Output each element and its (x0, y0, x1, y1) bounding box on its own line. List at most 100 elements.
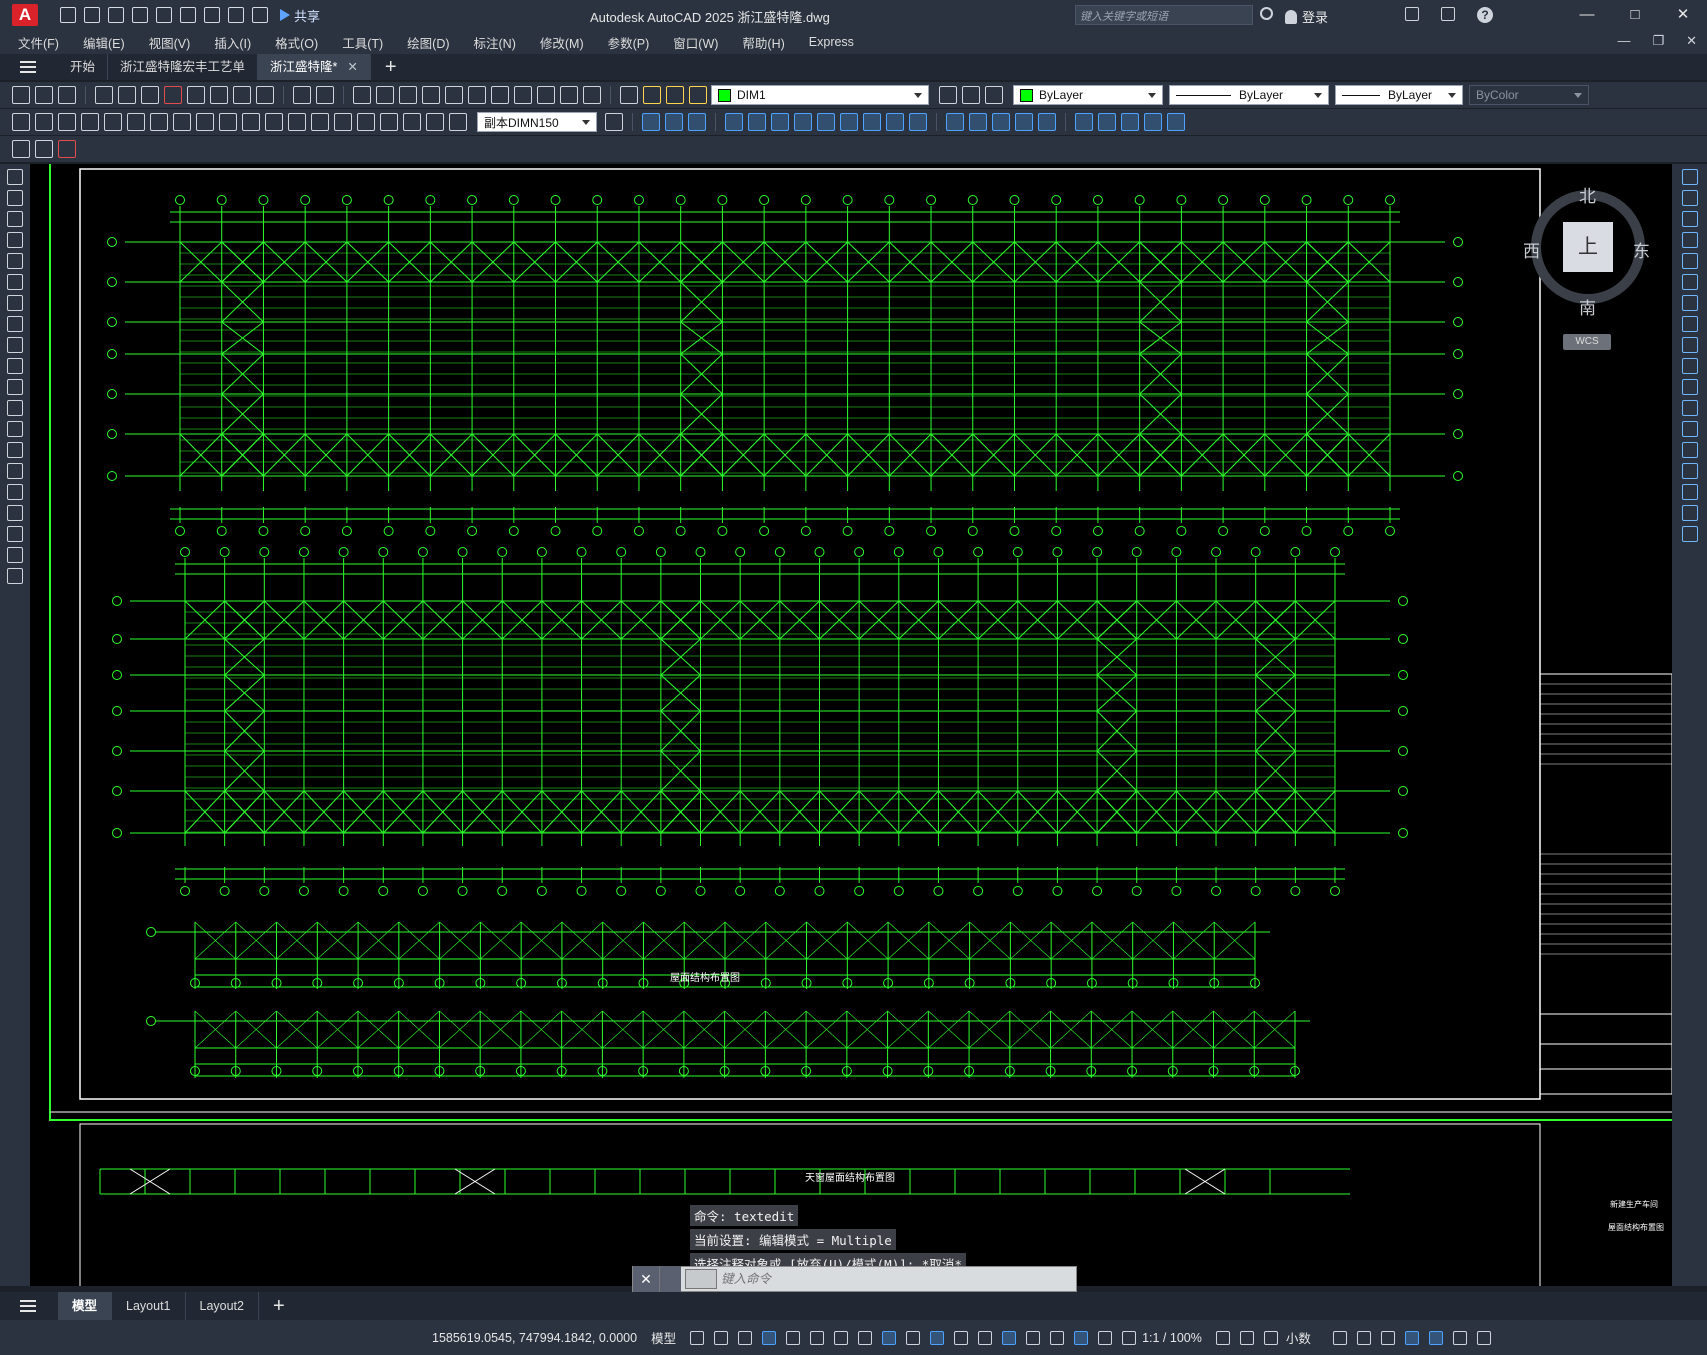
array-icon[interactable] (1682, 253, 1698, 269)
ellipse-icon[interactable] (7, 358, 23, 374)
add-selected-icon[interactable] (7, 568, 23, 584)
save-icon[interactable] (108, 7, 124, 23)
region-icon[interactable] (7, 505, 23, 521)
diameter-dim-icon[interactable] (150, 113, 168, 131)
line-icon[interactable] (7, 169, 23, 185)
spline-icon[interactable] (7, 337, 23, 353)
color-dropdown[interactable]: ByLayer (1013, 85, 1163, 105)
inspect-icon[interactable] (357, 113, 375, 131)
ordinate-dim-icon[interactable] (81, 113, 99, 131)
offset-icon[interactable] (1682, 232, 1698, 248)
units-icon[interactable] (1263, 1330, 1278, 1345)
dim-space-icon[interactable] (265, 113, 283, 131)
ucs-world-icon[interactable] (665, 113, 683, 131)
aligned-dim-icon[interactable] (35, 113, 53, 131)
lock-ui-icon[interactable] (1356, 1330, 1371, 1345)
undo-tool-icon[interactable] (293, 86, 311, 104)
compass-west[interactable]: 西 (1523, 237, 1540, 262)
tab-layout2[interactable]: Layout2 (186, 1292, 259, 1320)
clean-screen-icon[interactable] (1428, 1330, 1443, 1345)
circle-icon[interactable] (7, 295, 23, 311)
ucs-object-icon[interactable] (748, 113, 766, 131)
tab-layout1[interactable]: Layout1 (112, 1292, 186, 1320)
command-input[interactable] (721, 1268, 1076, 1290)
compass-north[interactable]: 北 (1579, 182, 1596, 207)
view-top-icon[interactable] (946, 113, 964, 131)
menu-edit[interactable]: 编辑(E) (83, 33, 125, 52)
wcs-menu[interactable]: WCS (1563, 334, 1611, 350)
doc-minimize-button[interactable]: — (1617, 33, 1630, 49)
selection-filter-icon[interactable] (1026, 1330, 1041, 1345)
transparency-icon[interactable] (930, 1330, 945, 1345)
center-mark-icon[interactable] (334, 113, 352, 131)
add-layout-button[interactable]: + (273, 1295, 285, 1318)
customize-command-icon[interactable] (659, 1266, 681, 1292)
multiline-text-icon[interactable] (7, 547, 23, 563)
isolate-objects-icon[interactable] (1380, 1330, 1395, 1345)
cut-icon[interactable] (187, 86, 205, 104)
markup-icon[interactable] (537, 86, 555, 104)
ucs-y-icon[interactable] (886, 113, 904, 131)
dim-break-icon[interactable] (288, 113, 306, 131)
break-at-point-icon[interactable] (1682, 400, 1698, 416)
dim-style-icon[interactable] (605, 113, 623, 131)
tab-current-drawing[interactable]: 浙江盛特隆* ✕ (258, 54, 371, 80)
polar-tracking-icon[interactable] (810, 1330, 825, 1345)
ortho-icon[interactable] (786, 1330, 801, 1345)
object-snap-tracking-icon[interactable] (858, 1330, 873, 1345)
sheet-set-icon[interactable] (514, 86, 532, 104)
move-icon[interactable] (1682, 274, 1698, 290)
help-icon[interactable]: ? (1477, 7, 1493, 23)
view-iso-sw-icon[interactable] (1075, 113, 1093, 131)
maximize-button[interactable]: □ (1611, 0, 1659, 30)
open-web-icon[interactable] (156, 7, 172, 23)
named-views-icon[interactable] (1167, 113, 1185, 131)
table-icon[interactable] (7, 526, 23, 542)
copy-icon[interactable] (210, 86, 228, 104)
layer-properties-icon[interactable] (620, 86, 638, 104)
menu-parametric[interactable]: 参数(P) (608, 33, 650, 52)
view-right-icon[interactable] (1015, 113, 1033, 131)
layer-on-icon[interactable] (643, 86, 661, 104)
radius-dim-icon[interactable] (104, 113, 122, 131)
grid-icon[interactable] (690, 1330, 705, 1345)
mirror-icon[interactable] (1682, 211, 1698, 227)
layer-previous-icon[interactable] (962, 86, 980, 104)
properties-palette-icon[interactable] (445, 86, 463, 104)
menu-draw[interactable]: 绘图(D) (407, 33, 449, 52)
share-button[interactable]: 共享 (280, 6, 320, 25)
menu-tools[interactable]: 工具(T) (342, 33, 383, 52)
menu-help[interactable]: 帮助(H) (742, 33, 784, 52)
plot-icon[interactable] (204, 7, 220, 23)
menu-modify[interactable]: 修改(M) (540, 33, 584, 52)
cart-icon[interactable] (1405, 7, 1419, 21)
infer-constraints-icon[interactable] (738, 1330, 753, 1345)
view-front-icon[interactable] (1038, 113, 1056, 131)
point-icon[interactable] (7, 442, 23, 458)
scale-icon[interactable] (1682, 316, 1698, 332)
ucs-view-icon[interactable] (771, 113, 789, 131)
menu-view[interactable]: 视图(V) (149, 33, 191, 52)
break-icon[interactable] (1682, 421, 1698, 437)
dimstyle-dropdown[interactable]: 副本DIMN150 (477, 112, 597, 132)
match-properties-icon[interactable] (256, 86, 274, 104)
save-file-icon[interactable] (58, 86, 76, 104)
new-file-icon[interactable] (12, 86, 30, 104)
ucs-3point-icon[interactable] (840, 113, 858, 131)
make-current-layer-icon[interactable] (939, 86, 957, 104)
fillet-icon[interactable] (1682, 484, 1698, 500)
fullscreen-icon[interactable] (1452, 1330, 1467, 1345)
print-icon[interactable] (95, 86, 113, 104)
menu-file[interactable]: 文件(F) (18, 33, 59, 52)
insert-block-icon[interactable] (35, 140, 53, 158)
help-tool-icon[interactable] (583, 86, 601, 104)
jogged-linear-icon[interactable] (380, 113, 398, 131)
linear-dim-icon[interactable] (12, 113, 30, 131)
snap-icon[interactable] (714, 1330, 729, 1345)
viewcube[interactable]: 上 北 南 东 西 WCS (1523, 182, 1653, 350)
autodesk-app-icon[interactable] (1441, 7, 1455, 21)
doc-close-button[interactable]: ✕ (1686, 33, 1697, 49)
open-icon[interactable] (84, 7, 100, 23)
ucs-x-icon[interactable] (863, 113, 881, 131)
layer-state-icon[interactable] (985, 86, 1003, 104)
